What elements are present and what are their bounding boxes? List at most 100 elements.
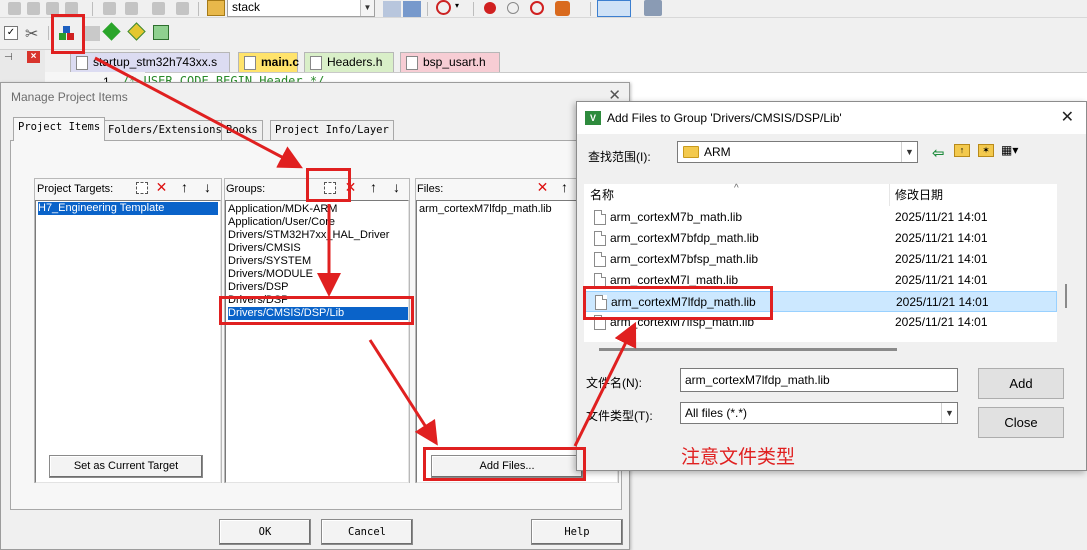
ide-toolbar-build: ✓ ✂ (0, 18, 200, 50)
target-combo[interactable]: stack ▼ (227, 0, 375, 17)
ide-toolbar-top: stack ▼ ▾ (0, 0, 1087, 18)
debug-icon[interactable] (436, 0, 451, 15)
toolbar-icon[interactable] (176, 2, 189, 15)
annotation-box-add-files (423, 447, 586, 481)
annotation-note: 注意文件类型 (681, 447, 796, 468)
target-combo-value: stack (232, 0, 261, 14)
move-down-icon[interactable]: ↓ (388, 179, 405, 196)
targets-header: Project Targets: (37, 183, 114, 195)
close-icon[interactable]: ✕ (1061, 107, 1074, 127)
ok-button[interactable]: OK (219, 519, 311, 545)
tab-project-items[interactable]: Project Items (13, 117, 106, 141)
close-button[interactable]: Close (978, 407, 1064, 438)
filetype-label: 文件类型(T): (586, 409, 653, 423)
list-item[interactable]: Application/MDK-ARM (228, 203, 337, 216)
tab-project-info-layer[interactable]: Project Info/Layer (270, 120, 394, 140)
kill-breakpoints-icon[interactable] (530, 1, 544, 15)
config-wrench-icon[interactable] (644, 0, 662, 16)
help-button[interactable]: Help (531, 519, 623, 545)
col-name-header[interactable]: 名称 (590, 184, 614, 206)
chevron-down-icon[interactable]: ▼ (901, 142, 917, 162)
annotation-box-selected-group (219, 296, 414, 325)
checkbox-icon[interactable]: ✓ (4, 26, 18, 40)
move-up-icon[interactable]: ↑ (176, 179, 193, 196)
close-pane-icon[interactable]: × (27, 51, 40, 63)
filetype-combo[interactable]: All files (*.*) ▼ (680, 402, 958, 424)
delete-icon[interactable]: ✕ (153, 179, 170, 196)
view-menu-icon[interactable]: ▦▾ (1001, 143, 1027, 158)
flash-icon[interactable] (403, 1, 421, 17)
tab-main[interactable]: main.c (238, 52, 299, 72)
breakpoint-icon[interactable] (484, 2, 496, 14)
groups-header: Groups: (226, 183, 266, 195)
tab-bsp-usart[interactable]: bsp_usart.h (400, 52, 500, 72)
move-up-icon[interactable]: ↑ (556, 179, 573, 196)
breakpoint-empty-icon[interactable] (507, 2, 519, 14)
sort-chevron-icon: ^ (734, 183, 739, 194)
chevron-down-icon[interactable]: ▼ (360, 0, 374, 16)
build-icon[interactable] (383, 1, 401, 17)
green-diamond-icon[interactable] (102, 22, 121, 41)
set-current-target-button[interactable]: Set as Current Target (49, 455, 203, 478)
tab-headers[interactable]: Headers.h (304, 52, 394, 72)
list-item[interactable]: Drivers/DSP (228, 281, 289, 294)
filename-input[interactable]: arm_cortexM7lfdp_math.lib (680, 368, 958, 392)
open-icon[interactable] (207, 0, 225, 16)
file-icon (594, 252, 606, 267)
new-target-icon[interactable] (133, 179, 150, 196)
cancel-button[interactable]: Cancel (321, 519, 413, 545)
image-icon[interactable] (153, 25, 169, 40)
chevron-down-icon[interactable]: ▼ (941, 403, 957, 423)
add-button[interactable]: Add (978, 368, 1064, 399)
list-item[interactable]: Drivers/SYSTEM (228, 255, 311, 268)
annotation-box-selected-file (583, 286, 773, 320)
file-row[interactable]: arm_cortexM7bfsp_math.lib 2025/11/21 14:… (584, 249, 1057, 270)
file-row[interactable]: arm_cortexM7bfdp_math.lib 2025/11/21 14:… (584, 228, 1057, 249)
list-item[interactable]: Drivers/STM32H7xx_HAL_Driver (228, 229, 389, 242)
stacks-icon[interactable] (84, 26, 100, 41)
target-options-icon[interactable]: ✂ (25, 24, 43, 43)
file-icon (244, 56, 256, 70)
pin-icon[interactable]: ⊣ (4, 52, 18, 64)
folder-icon (683, 146, 699, 158)
file-icon (76, 56, 88, 70)
delete-icon[interactable]: ✕ (534, 179, 551, 196)
yellow-diamond-icon[interactable] (127, 22, 146, 41)
back-arrow-icon[interactable]: ⇦ (932, 144, 950, 162)
targets-list[interactable]: H7_Engineering Template (35, 200, 221, 483)
list-item[interactable]: Drivers/MODULE (228, 268, 313, 281)
lookin-combo[interactable]: ARM ▼ (677, 141, 918, 163)
tab-folders-extensions[interactable]: Folders/Extensions (103, 120, 227, 140)
move-up-icon[interactable]: ↑ (365, 179, 382, 196)
target-item[interactable]: H7_Engineering Template (38, 202, 218, 215)
horizontal-scrollbar[interactable] (599, 348, 897, 351)
list-item[interactable]: Application/User/Core (228, 216, 335, 229)
move-down-icon[interactable]: ↓ (199, 179, 216, 196)
col-date-header[interactable]: 修改日期 (895, 184, 943, 206)
annotation-box-manage-icon (51, 14, 85, 54)
files-header: Files: (417, 183, 444, 195)
new-folder-icon[interactable]: ✶ (978, 144, 994, 157)
list-item[interactable]: Drivers/CMSIS (228, 242, 301, 255)
list-item[interactable]: arm_cortexM7lfdp_math.lib (419, 203, 552, 216)
tab-books[interactable]: Books (221, 120, 263, 140)
lookin-label: 查找范围(I): (588, 150, 651, 164)
uvision-icon: V (585, 111, 601, 125)
dialog-title: Manage Project Items (11, 90, 128, 104)
file-row[interactable]: arm_cortexM7b_math.lib 2025/11/21 14:01 (584, 207, 1057, 228)
window-layout-icon[interactable] (597, 0, 631, 17)
file-list-scrollbar[interactable] (1057, 184, 1074, 342)
debug-menu-icon[interactable]: ▾ (455, 1, 473, 17)
toolbar-icon[interactable] (103, 2, 116, 15)
toolbar-icon[interactable] (8, 2, 21, 15)
disable-breakpoints-icon[interactable] (555, 1, 570, 16)
file-icon (406, 56, 418, 70)
annotation-box-new-group (306, 168, 351, 202)
tab-startup[interactable]: startup_stm32h743xx.s (70, 52, 230, 72)
toolbar-icon[interactable] (27, 2, 40, 15)
file-tabs-bar: startup_stm32h743xx.s main.c Headers.h b… (60, 50, 1087, 72)
up-folder-icon[interactable]: ↑ (954, 144, 970, 157)
toolbar-icon[interactable] (125, 2, 138, 15)
toolbar-icon[interactable] (152, 2, 165, 15)
groups-list[interactable]: Application/MDK-ARM Application/User/Cor… (225, 200, 409, 483)
